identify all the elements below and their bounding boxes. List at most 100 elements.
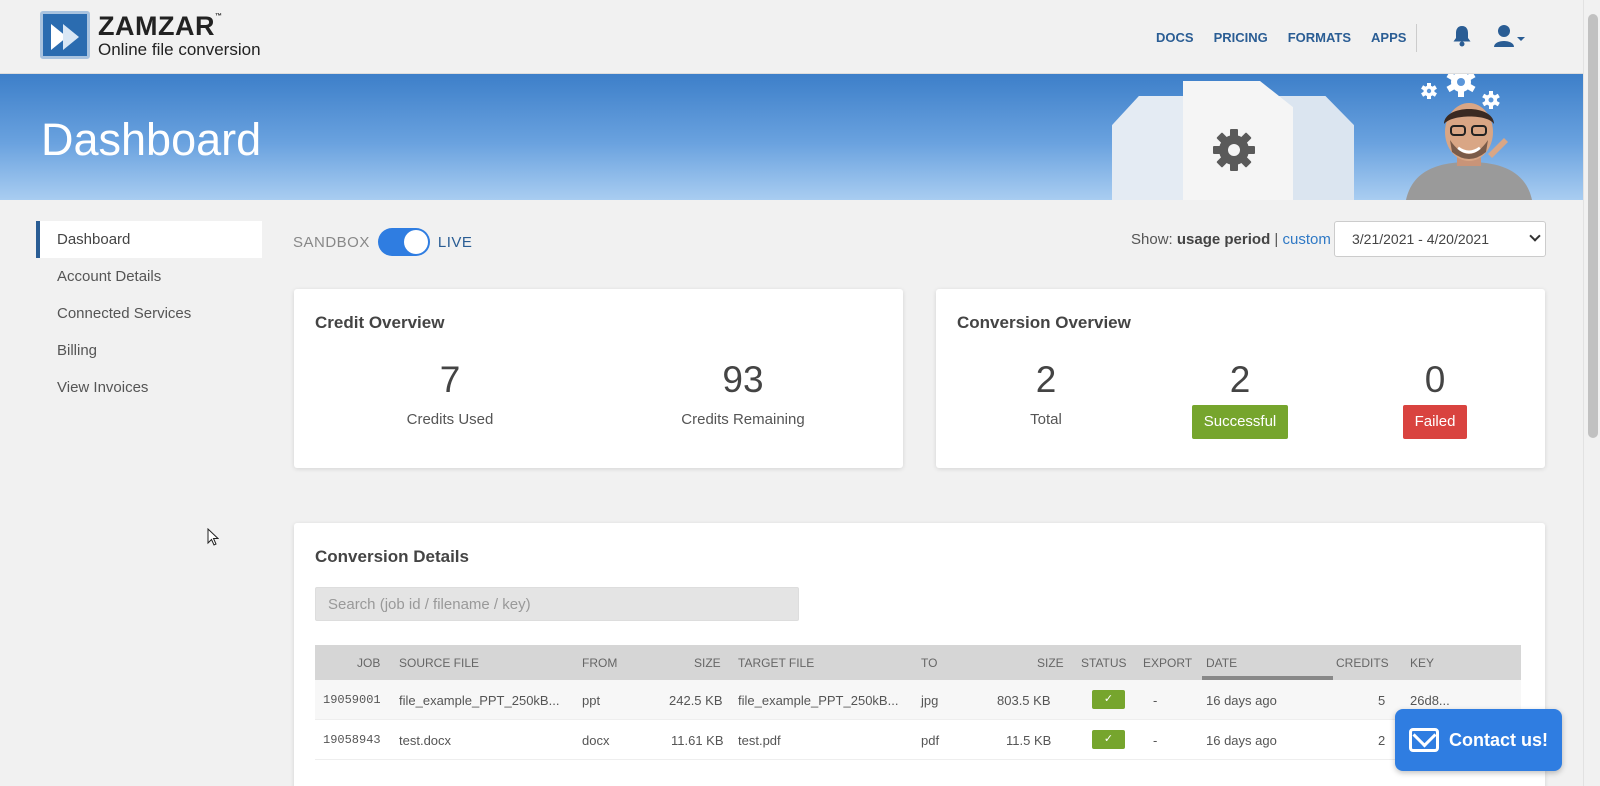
mail-icon	[1409, 728, 1439, 752]
mode-toggle-row: SANDBOX LIVE	[293, 228, 472, 256]
sidebar-item-dashboard[interactable]: Dashboard	[36, 221, 262, 258]
nav-divider	[1416, 24, 1417, 52]
conversion-overview-card: Conversion Overview 2 Total 2 Successful…	[936, 289, 1545, 468]
credit-overview-card: Credit Overview 7 Credits Used 93 Credit…	[294, 289, 903, 468]
successful-value: 2	[1229, 359, 1251, 400]
credits-remaining-label: Credits Remaining	[681, 411, 805, 428]
column-header-target-size[interactable]: SIZE	[1037, 656, 1064, 670]
table-row[interactable]: 19059001 file_example_PPT_250kB... ppt 2…	[315, 680, 1521, 720]
credits-used-stat: 7 Credits Used	[370, 359, 530, 428]
cell-date: 16 days ago	[1206, 733, 1277, 748]
cell-credits: 5	[1378, 693, 1386, 708]
column-header-date[interactable]: DATE	[1206, 656, 1237, 670]
sidebar-item-view-invoices[interactable]: View Invoices	[36, 369, 262, 406]
toggle-knob	[403, 230, 428, 254]
cell-size: 11.61 KB	[671, 733, 724, 748]
column-header-from[interactable]: FROM	[582, 656, 617, 670]
sidebar-item-account-details[interactable]: Account Details	[36, 258, 262, 295]
successful-badge[interactable]: Successful	[1191, 405, 1289, 439]
page-title: Dashboard	[41, 114, 262, 165]
nav-docs[interactable]: DOCS	[1156, 30, 1194, 45]
period-selected-value: 3/21/2021 - 4/20/2021	[1352, 231, 1490, 247]
cell-from: docx	[582, 733, 610, 748]
logo-title: ZAMZAR	[98, 10, 215, 41]
top-navbar: ZAMZAR™ Online file conversion DOCS PRIC…	[0, 0, 1583, 74]
column-header-credits[interactable]: CREDITS	[1336, 656, 1389, 670]
logo-mark-icon	[40, 11, 90, 59]
failed-badge[interactable]: Failed	[1402, 405, 1468, 439]
cell-target-file: test.pdf	[738, 733, 781, 748]
sidebar-item-billing[interactable]: Billing	[36, 332, 262, 369]
conversion-details-title: Conversion Details	[315, 547, 469, 566]
column-header-target-file[interactable]: TARGET FILE	[738, 656, 814, 670]
cell-key: 26d8...	[1410, 693, 1450, 708]
nav-apps[interactable]: APPS	[1371, 30, 1406, 45]
credits-remaining-stat: 93 Credits Remaining	[648, 359, 838, 428]
live-label: LIVE	[437, 233, 473, 251]
logo-subtitle: Online file conversion	[98, 39, 261, 59]
table-header: JOB SOURCE FILE FROM SIZE TARGET FILE TO…	[315, 645, 1521, 680]
credits-remaining-value: 93	[722, 359, 764, 400]
show-label: Show:	[1131, 231, 1173, 248]
cell-size: 242.5 KB	[669, 693, 723, 708]
cell-source-file: test.docx	[399, 733, 452, 748]
cell-credits: 2	[1378, 733, 1386, 748]
cell-from: ppt	[582, 693, 601, 708]
total-label: Total	[1030, 411, 1062, 428]
credits-used-label: Credits Used	[406, 411, 494, 428]
cell-to: jpg	[921, 693, 939, 708]
column-header-export[interactable]: EXPORT	[1143, 656, 1192, 670]
zamzar-logo[interactable]: ZAMZAR™ Online file conversion	[40, 11, 261, 59]
bell-icon[interactable]	[1452, 25, 1472, 47]
main-nav: DOCS PRICING FORMATS APPS	[1156, 30, 1406, 45]
cell-export: -	[1153, 733, 1158, 748]
logo-trademark: ™	[214, 12, 223, 20]
user-menu-icon[interactable]	[1494, 24, 1530, 48]
gear-icon	[1446, 74, 1476, 97]
custom-period-link[interactable]: custom	[1282, 231, 1330, 248]
period-show: Show: usage period | custom	[1131, 231, 1331, 248]
cell-to: pdf	[921, 733, 940, 748]
contact-us-button[interactable]: Contact us!	[1395, 709, 1562, 771]
show-separator: |	[1274, 231, 1279, 248]
conversion-overview-title: Conversion Overview	[957, 313, 1131, 332]
cell-date: 16 days ago	[1206, 693, 1277, 708]
gear-icon	[1213, 129, 1255, 171]
show-usage-period: usage period	[1176, 231, 1271, 248]
failed-conversions-stat: 0 Failed	[1365, 359, 1505, 439]
credit-overview-title: Credit Overview	[315, 313, 445, 332]
scrollbar-thumb[interactable]	[1588, 14, 1598, 438]
period-select[interactable]: 3/21/2021 - 4/20/2021	[1334, 221, 1546, 257]
failed-value: 0	[1424, 359, 1446, 400]
page-scrollbar[interactable]	[1583, 0, 1600, 786]
cell-source-file: file_example_PPT_250kB...	[399, 693, 560, 708]
person-illustration	[1406, 103, 1532, 200]
column-header-status[interactable]: STATUS	[1081, 656, 1127, 670]
column-header-key[interactable]: KEY	[1410, 656, 1434, 670]
cell-target-size: 803.5 KB	[997, 693, 1051, 708]
nav-formats[interactable]: FORMATS	[1288, 30, 1351, 45]
column-header-to[interactable]: TO	[921, 656, 937, 670]
cell-target-file: file_example_PPT_250kB...	[738, 693, 899, 708]
total-value: 2	[1035, 359, 1057, 400]
column-header-size[interactable]: SIZE	[694, 656, 721, 670]
conversion-search-input[interactable]	[315, 587, 799, 621]
sidebar-item-connected-services[interactable]: Connected Services	[36, 295, 262, 332]
sandbox-live-toggle[interactable]	[377, 228, 430, 256]
cell-job: 19059001	[323, 693, 381, 707]
sandbox-label: SANDBOX	[293, 233, 370, 251]
successful-conversions-stat: 2 Successful	[1170, 359, 1310, 439]
column-header-job[interactable]: JOB	[357, 656, 380, 670]
table-row[interactable]: 19058943 test.docx docx 11.61 KB test.pd…	[315, 720, 1521, 760]
nav-pricing[interactable]: PRICING	[1214, 30, 1268, 45]
conversion-details-card: Conversion Details JOB SOURCE FILE FROM …	[294, 523, 1545, 786]
mouse-cursor-icon	[207, 528, 219, 546]
status-success-icon: ✓	[1092, 690, 1125, 709]
cell-job: 19058943	[323, 733, 381, 747]
cell-export: -	[1153, 693, 1158, 708]
credits-used-value: 7	[439, 359, 461, 400]
column-header-source-file[interactable]: SOURCE FILE	[399, 656, 479, 670]
total-conversions-stat: 2 Total	[986, 359, 1106, 428]
dashboard-banner: Dashboard	[0, 74, 1583, 200]
cell-target-size: 11.5 KB	[1006, 733, 1052, 748]
